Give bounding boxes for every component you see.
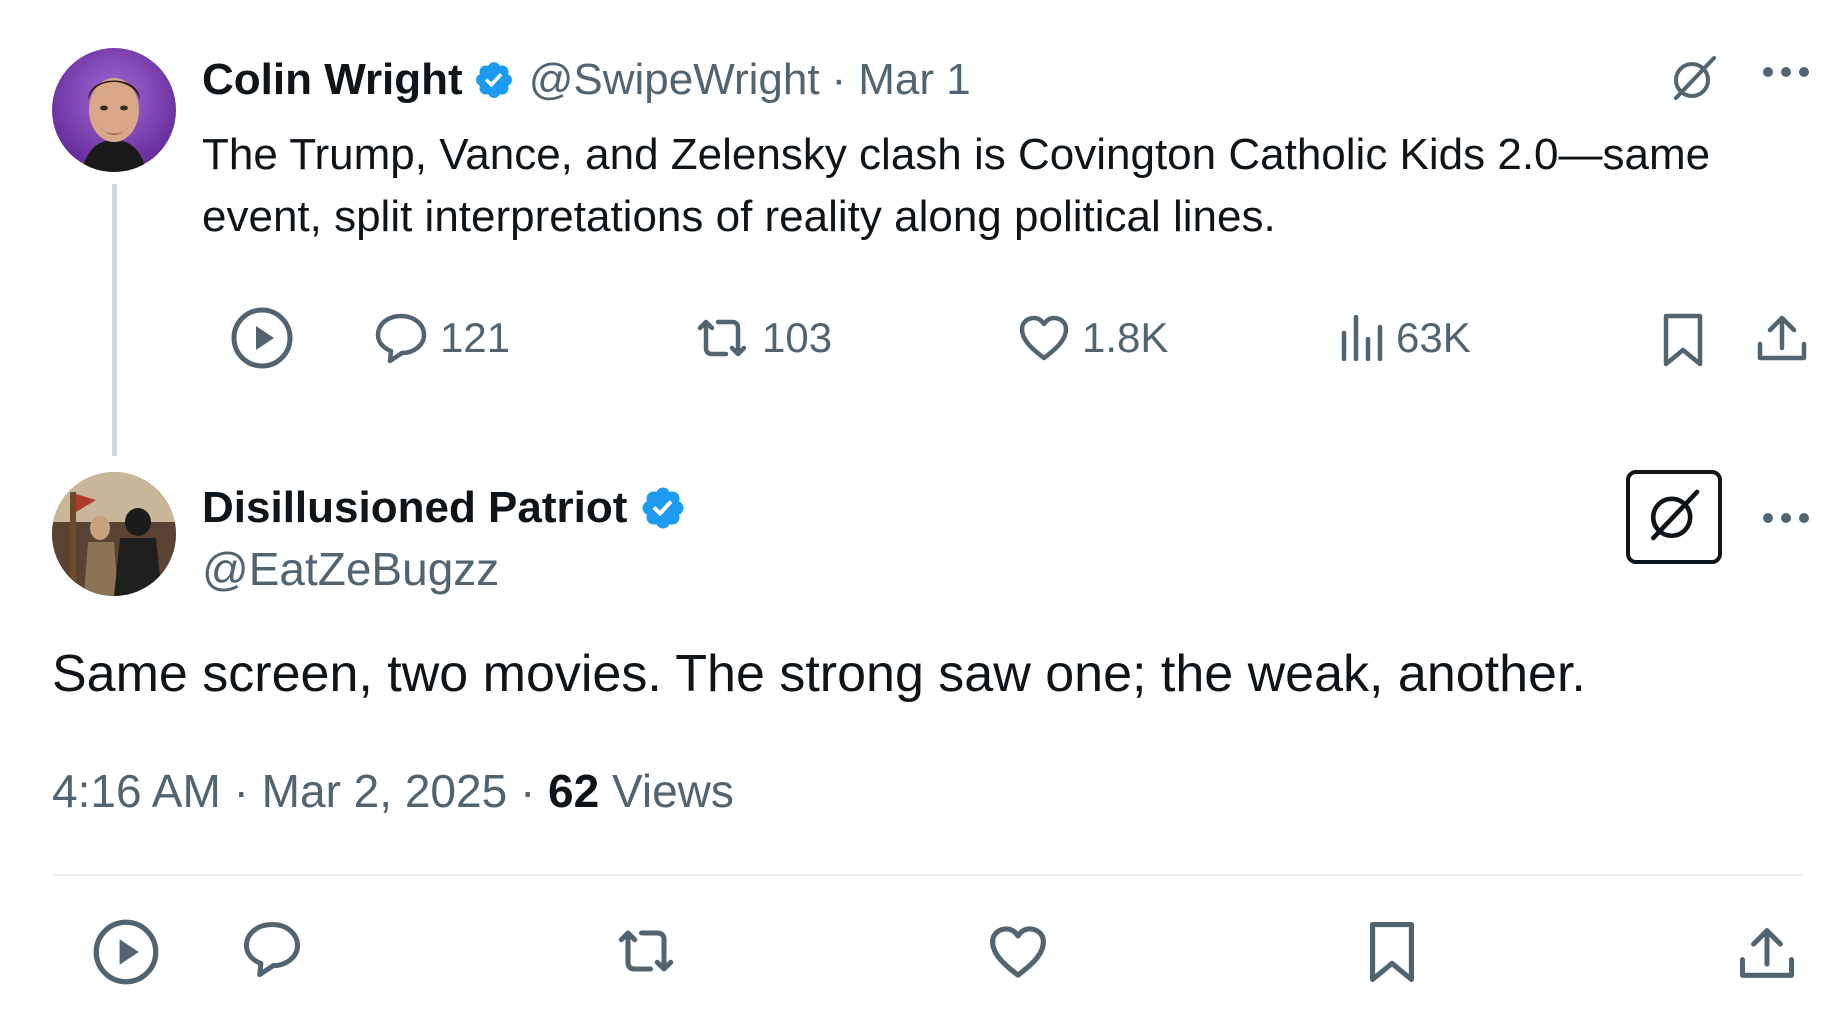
tweet-date[interactable]: Mar 1 [858, 58, 970, 102]
repost-button[interactable] [614, 924, 678, 983]
share-icon [1756, 315, 1808, 368]
grok-button[interactable] [1626, 470, 1722, 564]
views-icon [1340, 315, 1384, 361]
reply-count: 121 [440, 314, 511, 361]
separator-dot: · [233, 765, 249, 817]
share-button[interactable] [1756, 312, 1808, 369]
author-name[interactable]: Disillusioned Patriot [202, 486, 627, 530]
bookmark-icon [1368, 922, 1416, 988]
views-count: 62 [548, 765, 600, 817]
author-handle[interactable]: @SwipeWright [529, 58, 820, 102]
reply-icon [374, 312, 428, 364]
verified-badge-icon [473, 59, 515, 101]
share-button[interactable] [1738, 924, 1796, 987]
views-button[interactable]: 63K [1340, 314, 1471, 362]
repost-icon [694, 314, 750, 362]
share-icon [1738, 928, 1796, 986]
tweet-text: The Trump, Vance, and Zelensky clash is … [202, 130, 1711, 241]
reply-button[interactable]: 121 [374, 312, 510, 364]
like-icon [1018, 314, 1070, 362]
reply-icon [242, 922, 302, 982]
separator-dot: · [831, 55, 847, 104]
avatar-colin-wright[interactable] [52, 48, 176, 172]
repost-count: 103 [762, 314, 833, 361]
views-label: Views [612, 765, 734, 817]
divider [52, 874, 1804, 876]
play-icon [230, 306, 294, 370]
play-button[interactable] [92, 918, 160, 991]
grok-icon [1644, 485, 1704, 550]
like-button[interactable] [988, 924, 1048, 985]
play-button[interactable] [230, 306, 294, 370]
tweet-date[interactable]: Mar 2, 2025 [262, 765, 507, 817]
separator-dot: · [519, 765, 536, 817]
repost-button[interactable]: 103 [694, 314, 832, 362]
more-icon[interactable] [1760, 62, 1812, 87]
like-icon [988, 926, 1048, 984]
repost-icon [614, 930, 678, 982]
bookmark-button[interactable] [1368, 920, 1416, 989]
verified-badge-icon [639, 484, 687, 532]
reply-button[interactable] [242, 920, 302, 983]
more-icon[interactable] [1760, 508, 1812, 533]
tweet-time[interactable]: 4:16 AM [52, 765, 221, 817]
tweet-text: Same screen, two movies. The strong saw … [52, 645, 1586, 703]
bookmark-icon [1662, 313, 1704, 372]
like-count: 1.8K [1082, 314, 1169, 361]
views-count: 63K [1396, 314, 1471, 361]
grok-icon[interactable] [1668, 52, 1720, 109]
like-button[interactable]: 1.8K [1018, 314, 1168, 362]
author-name[interactable]: Colin Wright [202, 58, 463, 102]
play-icon [92, 919, 160, 990]
bookmark-button[interactable] [1662, 312, 1704, 373]
thread-connector-line [112, 184, 117, 456]
avatar-disillusioned-patriot[interactable] [52, 472, 176, 596]
author-handle[interactable]: @EatZeBugzz [202, 546, 499, 592]
